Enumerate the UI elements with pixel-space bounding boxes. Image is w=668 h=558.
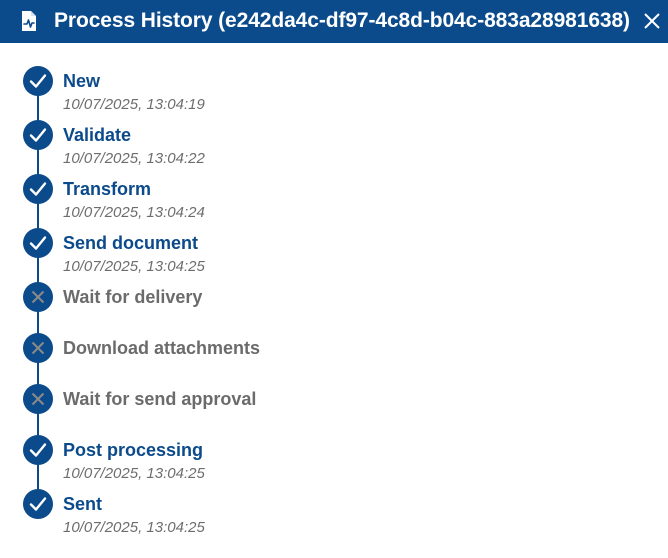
cross-circle-icon [23,282,53,312]
check-circle-icon [23,228,53,258]
dialog-header: Process History (e242da4c-df97-4c8d-b04c… [0,0,668,43]
step-label: Post processing [63,440,204,460]
check-circle-icon [23,489,53,519]
check-circle-icon [23,120,53,150]
close-icon[interactable] [642,11,662,31]
step-label: New [63,71,101,91]
check-circle-icon [23,174,53,204]
step-label: Download attachments [63,338,261,358]
dialog-title: Process History (e242da4c-df97-4c8d-b04c… [54,9,630,32]
step-timestamp: 10/07/2025, 13:04:25 [63,465,205,482]
cross-circle-icon [23,333,53,363]
check-circle-icon [23,66,53,96]
step-timestamp: 10/07/2025, 13:04:22 [63,150,205,167]
step-timestamp: 10/07/2025, 13:04:25 [63,258,205,275]
process-file-icon [22,11,36,31]
step-label: Wait for delivery [63,287,203,307]
step-timestamp: 10/07/2025, 13:04:24 [63,204,205,221]
process-timeline: New 10/07/2025, 13:04:19 Validate 10/07/… [0,43,668,558]
step-label: Wait for send approval [63,389,257,409]
check-circle-icon [23,435,53,465]
cross-circle-icon [23,384,53,414]
step-label: Send document [63,233,199,253]
step-label: Sent [63,494,103,514]
step-label: Transform [63,179,152,199]
step-timestamp: 10/07/2025, 13:04:25 [63,519,205,536]
step-label: Validate [63,125,132,145]
step-timestamp: 10/07/2025, 13:04:19 [63,96,205,113]
